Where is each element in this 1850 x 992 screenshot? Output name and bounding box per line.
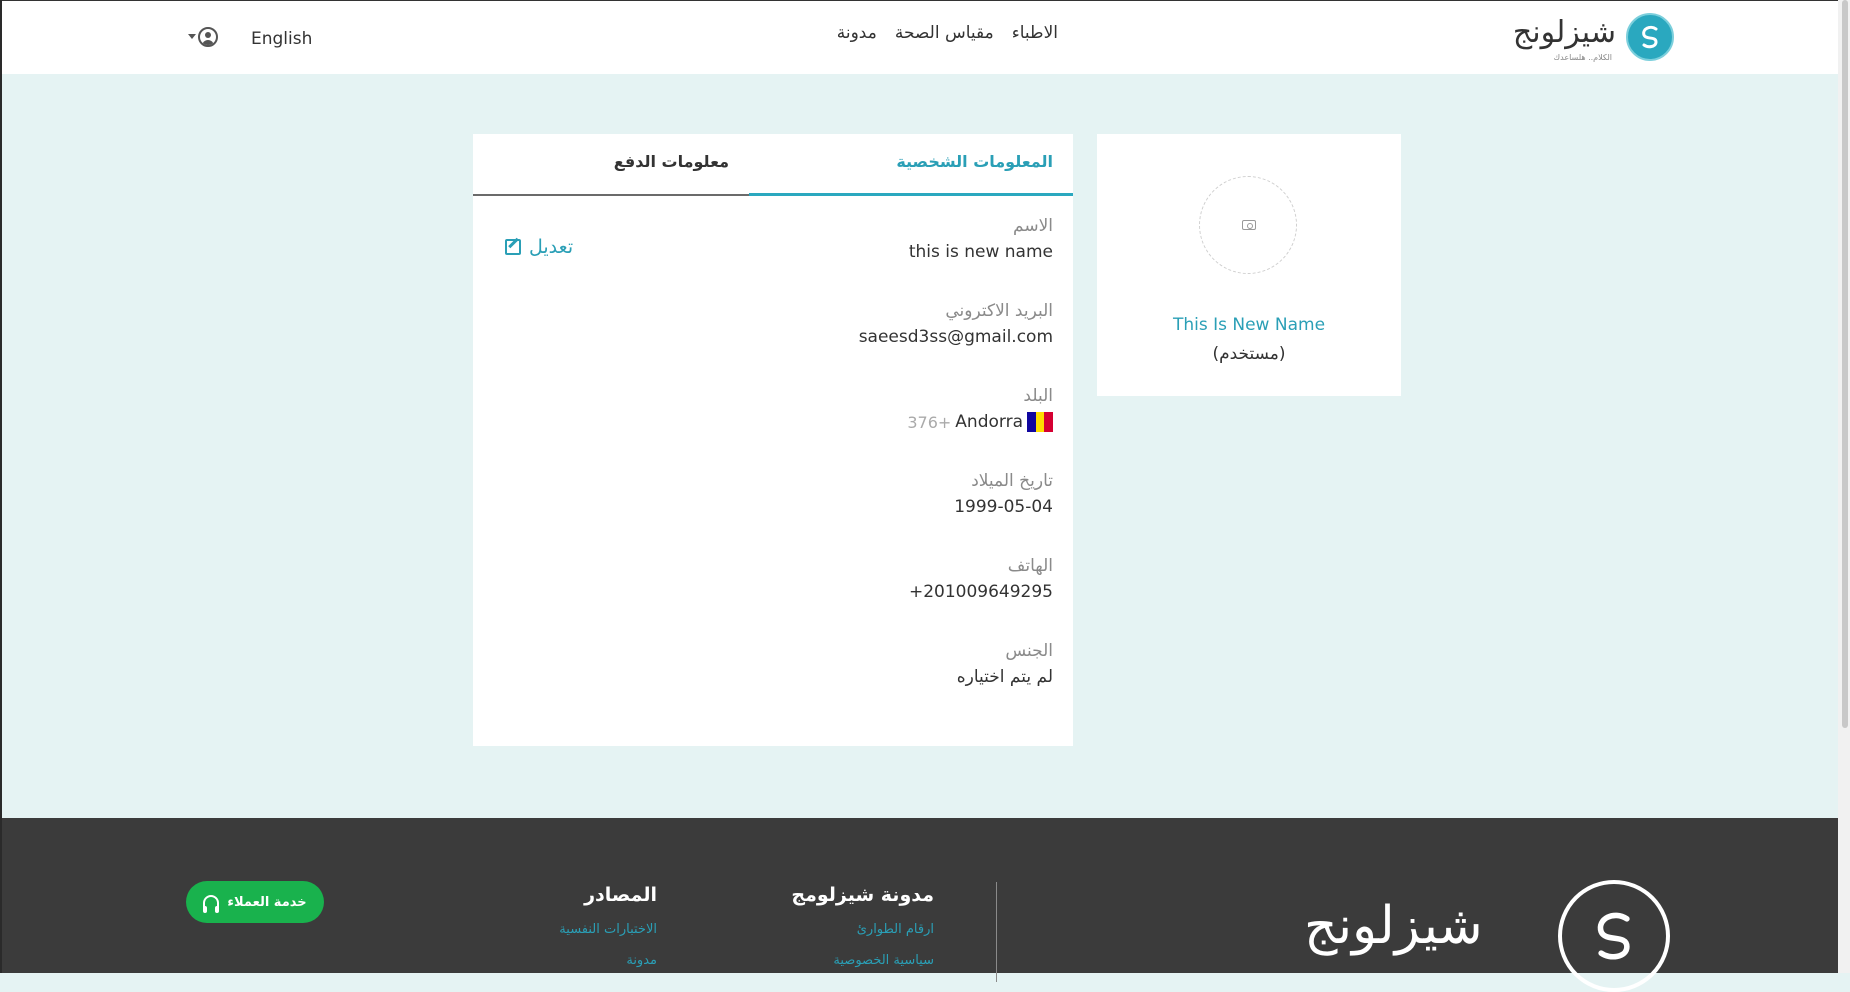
field-label: الجنس [1005,641,1053,661]
country-name: Andorra [955,412,1023,432]
field-birthdate: تاريخ الميلاد 1999-05-04 [954,471,1053,517]
footer-logo-text: شيزلونج [1304,896,1485,956]
footer-blog-title: مدونة شيزلومج [791,884,934,906]
field-country: البلد 376+ Andorra [907,386,1054,432]
user-menu[interactable] [188,27,220,49]
user-icon [198,27,218,47]
edit-label: تعديل [529,236,574,258]
footer-link-psych-tests[interactable]: الاختبارات النفسية [559,922,657,937]
field-label: الهاتف [1007,556,1053,576]
field-label: الاسم [1013,216,1053,236]
main-nav: الاطباء مقياس الصحة مدونة [788,23,1058,43]
field-value: لم يتم اختياره [956,667,1053,687]
andorra-flag-icon [1027,412,1054,432]
logo-tagline: الكلام.. هلساعدك [1553,53,1612,62]
field-label: البريد الاكتروني [945,301,1053,321]
footer: خدمة العملاء المصادر الاختبارات النفسية … [2,818,1838,992]
footer-link-blog[interactable]: مدونة [559,953,657,968]
nav-health-scale[interactable]: مقياس الصحة [895,23,994,43]
scrollbar-thumb[interactable] [1842,0,1848,728]
logo-mark-icon [1626,13,1674,61]
field-value: this is new name [908,242,1053,262]
country-code: 376+ [907,412,952,432]
edit-icon [505,239,521,255]
profile-card: This Is New Name (مستخدم) [1097,134,1401,396]
camera-icon [1242,220,1256,230]
caret-down-icon [188,34,196,39]
field-gender: الجنس لم يتم اختياره [957,641,1053,687]
active-tab-indicator [749,193,1073,196]
logo-text: شيزلونج [1512,15,1617,50]
field-name: الاسم this is new name [909,216,1053,262]
field-value: saeesd3ss@gmail.com [858,327,1053,347]
customer-service-button[interactable]: خدمة العملاء [186,881,324,923]
footer-logo-icon[interactable] [1558,880,1670,992]
nav-blog[interactable]: مدونة [837,23,877,43]
footer-blog: مدونة شيزلومج ارقام الطوارئ سياسية الخصو… [791,884,934,968]
footer-link-emergency[interactable]: ارقام الطوارئ [791,922,934,937]
field-email: البريد الاكتروني saeesd3ss@gmail.com [859,301,1053,347]
site-logo[interactable]: شيزلونج الكلام.. هلساعدك [1510,13,1674,65]
tab-payment-info[interactable]: معلومات الدفع [614,152,729,171]
tab-personal-info[interactable]: المعلومات الشخصية [896,152,1053,171]
nav-doctors[interactable]: الاطباء [1012,23,1058,43]
info-card: المعلومات الشخصية معلومات الدفع الاسم th… [473,134,1073,746]
field-phone: الهاتف +201009649295 [909,556,1053,602]
scrollbar[interactable] [1838,0,1850,973]
avatar[interactable] [1199,176,1297,274]
footer-divider [996,882,997,982]
profile-role: (مستخدم) [1212,344,1286,364]
footer-link-privacy[interactable]: سياسية الخصوصية [791,953,934,968]
field-value: 1999-05-04 [954,497,1053,517]
top-header: شيزلونج الكلام.. هلساعدك الاطباء مقياس ا… [2,0,1838,74]
footer-sources-title: المصادر [584,884,657,906]
tabs: المعلومات الشخصية معلومات الدفع [473,134,1073,196]
field-label: البلد [1023,386,1053,406]
headset-icon [203,895,220,913]
customer-service-label: خدمة العملاء [227,894,307,910]
language-switch[interactable]: English [251,29,312,49]
profile-name: This Is New Name [1172,315,1326,335]
field-value: +201009649295 [908,582,1053,602]
edit-button[interactable]: تعديل [505,236,573,258]
country-value: 376+ Andorra [907,412,1054,432]
field-label: تاريخ الميلاد [971,471,1053,491]
footer-sources: المصادر الاختبارات النفسية مدونة [559,884,657,968]
